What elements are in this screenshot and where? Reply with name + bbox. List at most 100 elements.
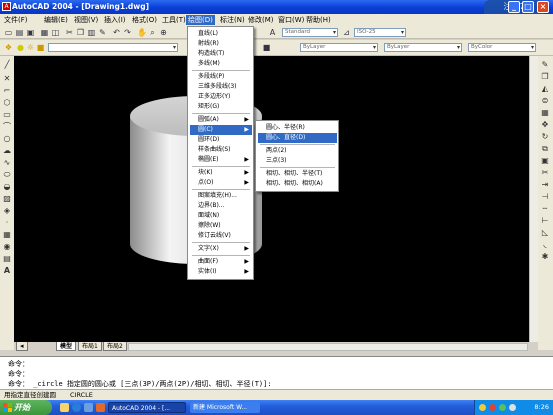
dim-style-icon[interactable]: ⊿	[342, 28, 351, 37]
menu-item-text[interactable]: 文字(X) ▶	[190, 244, 252, 254]
join-icon[interactable]: ⊢	[540, 216, 550, 226]
save-icon[interactable]: ▣	[26, 28, 35, 37]
tab-layout1[interactable]: 布局1	[78, 342, 102, 351]
copy-object-icon[interactable]: ❐	[540, 72, 550, 82]
plot-style-combo[interactable]: ByColor	[468, 43, 536, 52]
new-file-icon[interactable]: ▭	[4, 28, 13, 37]
task-autocad[interactable]: AutoCAD 2004 - [...	[108, 402, 186, 413]
layer-freeze-sun-icon[interactable]: ☼	[26, 43, 35, 52]
menu-format[interactable]: 格式(O)	[130, 15, 159, 25]
volume-icon[interactable]	[509, 404, 516, 411]
vertical-scrollbar[interactable]	[529, 56, 538, 342]
menu-item-surfaces[interactable]: 曲面(F) ▶	[190, 257, 252, 267]
explode-icon[interactable]: ✱	[540, 252, 550, 262]
print-icon[interactable]: ▦	[40, 28, 49, 37]
extend-icon[interactable]: ⇥	[540, 180, 550, 190]
tray-icon[interactable]	[489, 404, 496, 411]
close-button[interactable]: ×	[537, 1, 549, 13]
menu-draw[interactable]: 绘图(D)	[186, 15, 215, 25]
quick-launch-ie-icon[interactable]	[72, 403, 81, 412]
menu-window[interactable]: 窗口(W)	[276, 15, 306, 25]
scale-icon[interactable]: ⧉	[540, 144, 550, 154]
horizontal-scrollbar[interactable]	[128, 343, 528, 351]
pan-icon[interactable]: ✋	[137, 28, 147, 37]
point-icon[interactable]: ·	[2, 218, 12, 228]
undo-icon[interactable]: ↶	[112, 28, 121, 37]
tab-layout2[interactable]: 布局2	[103, 342, 127, 351]
menu-tools[interactable]: 工具(T)	[160, 15, 188, 25]
lineweight-combo[interactable]: ByLayer	[384, 43, 462, 52]
menu-item-3dpoly[interactable]: 三维多段线(3)	[190, 82, 252, 92]
layer-manager-icon[interactable]: ❖	[4, 43, 13, 52]
make-block-icon[interactable]: ◈	[2, 206, 12, 216]
quick-launch-icon[interactable]	[60, 403, 69, 412]
menu-item-mline[interactable]: 多线(M)	[190, 59, 252, 69]
open-file-icon[interactable]: ▤	[15, 28, 24, 37]
menu-item-solids[interactable]: 实体(I) ▶	[190, 267, 252, 277]
tab-nav-first-icon[interactable]: ◂	[16, 342, 28, 351]
stretch-icon[interactable]: ▣	[540, 156, 550, 166]
cut-icon[interactable]: ✂	[65, 28, 74, 37]
menu-edit[interactable]: 编辑(E)	[42, 15, 70, 25]
submenu-item-3point[interactable]: 三点(3)	[258, 156, 337, 166]
command-window[interactable]: 命令： 命令： 命令： _circle 指定圆的圆心或 [三点(3P)/两点(2…	[0, 356, 553, 389]
menu-item-polyline[interactable]: 多段线(P)	[190, 72, 252, 82]
menu-view[interactable]: 视图(V)	[72, 15, 100, 25]
tray-icon[interactable]	[479, 404, 486, 411]
revision-cloud-icon[interactable]: ☁	[2, 146, 12, 156]
tray-icon[interactable]	[499, 404, 506, 411]
offset-icon[interactable]: ⊜	[540, 96, 550, 106]
copy-icon[interactable]: ❐	[76, 28, 85, 37]
menu-dimension[interactable]: 标注(N)	[218, 15, 247, 25]
submenu-item-center-radius[interactable]: 圆心、半径(R)	[258, 123, 337, 133]
preview-icon[interactable]: ◫	[51, 28, 60, 37]
trim-icon[interactable]: ✂	[540, 168, 550, 178]
menu-modify[interactable]: 修改(M)	[246, 15, 276, 25]
menu-item-arc[interactable]: 圆弧(A) ▶	[190, 115, 252, 125]
break-icon[interactable]: ╌	[540, 204, 550, 214]
multiline-text-icon[interactable]: A	[2, 266, 12, 276]
break-point-icon[interactable]: ⊣	[540, 192, 550, 202]
chamfer-icon[interactable]: ◺	[540, 228, 550, 238]
mirror-icon[interactable]: ◭	[540, 84, 550, 94]
layer-lock-icon[interactable]: ■	[36, 43, 45, 52]
move-icon[interactable]: ✥	[540, 120, 550, 130]
polyline-icon[interactable]: ⌐	[2, 86, 12, 96]
menu-item-ellipse[interactable]: 椭圆(E) ▶	[190, 155, 252, 165]
layer-on-bulb-icon[interactable]: ●	[16, 43, 25, 52]
line-tool-icon[interactable]: ╱	[2, 60, 12, 70]
arc-icon[interactable]: ⌒	[2, 122, 12, 132]
paste-icon[interactable]: ▥	[87, 28, 96, 37]
menu-insert[interactable]: 插入(I)	[102, 15, 128, 25]
title-bar[interactable]: A AutoCAD 2004 - [Drawing1.dwg] 注册7 _ □ …	[0, 0, 553, 14]
menu-item-spline[interactable]: 样条曲线(S)	[190, 145, 252, 155]
menu-item-revcloud[interactable]: 修订云线(V)	[190, 231, 252, 241]
menu-item-ray[interactable]: 射线(R)	[190, 39, 252, 49]
menu-item-wipeout[interactable]: 擦除(W)	[190, 221, 252, 231]
menu-item-point[interactable]: 点(O) ▶	[190, 178, 252, 188]
menu-item-line[interactable]: 直线(L)	[190, 29, 252, 39]
task-word[interactable]: 新建 Microsoft W...	[190, 402, 260, 413]
autocad-app-icon[interactable]: A	[2, 2, 11, 11]
drawing-viewport[interactable]	[14, 56, 529, 342]
menu-item-polygon[interactable]: 正多边形(Y)	[190, 92, 252, 102]
menu-item-boundary[interactable]: 边界(B)...	[190, 201, 252, 211]
menu-item-xline[interactable]: 构造线(T)	[190, 49, 252, 59]
minimize-button[interactable]: _	[508, 1, 520, 13]
submenu-item-ttt[interactable]: 相切、相切、相切(A)	[258, 179, 337, 189]
tab-model[interactable]: 模型	[56, 342, 77, 351]
redo-icon[interactable]: ↷	[123, 28, 132, 37]
region-icon[interactable]: ◉	[2, 242, 12, 252]
menu-file[interactable]: 文件(F)	[2, 15, 30, 25]
submenu-item-2point[interactable]: 两点(2)	[258, 146, 337, 156]
menu-item-hatch[interactable]: 图案填充(H)...	[190, 191, 252, 201]
construction-line-icon[interactable]: ✕	[2, 74, 12, 84]
quick-launch-media-icon[interactable]	[96, 403, 105, 412]
dim-style-combo[interactable]: ISO-25	[354, 28, 406, 37]
circle-icon[interactable]: ○	[2, 134, 12, 144]
text-style-icon[interactable]: A	[268, 28, 277, 37]
submenu-item-center-diameter[interactable]: 圆心、直径(D)	[258, 133, 337, 143]
rectangle-icon[interactable]: ▭	[2, 110, 12, 120]
rotate-icon[interactable]: ↻	[540, 132, 550, 142]
ellipse-arc-icon[interactable]: ◒	[2, 182, 12, 192]
